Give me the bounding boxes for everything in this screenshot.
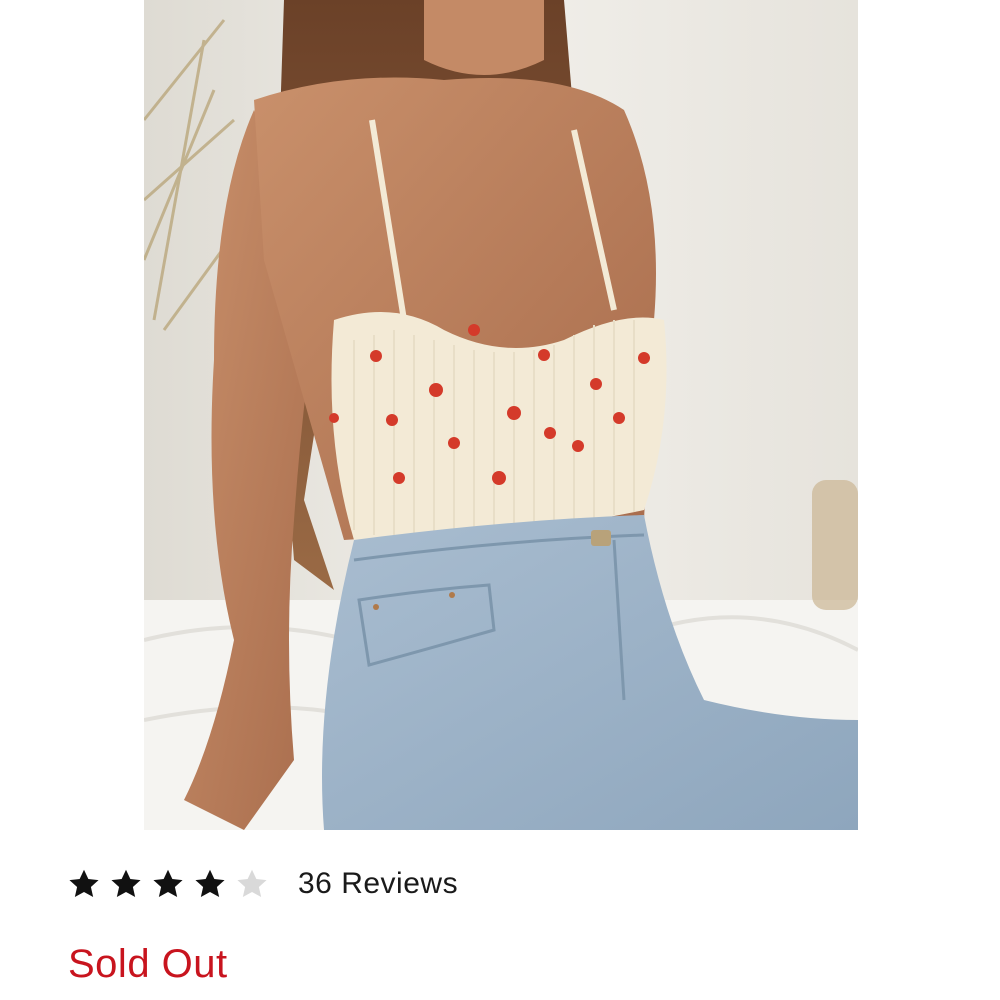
star-rating[interactable] bbox=[66, 866, 270, 902]
stock-status: Sold Out bbox=[68, 942, 228, 986]
product-photo bbox=[144, 0, 858, 830]
star-empty-icon bbox=[234, 866, 270, 902]
product-image[interactable] bbox=[144, 0, 858, 830]
star-filled-icon bbox=[66, 866, 102, 902]
reviews-link[interactable]: 36 Reviews bbox=[298, 867, 458, 901]
star-filled-icon bbox=[192, 866, 228, 902]
product-page: 36 Reviews Sold Out bbox=[0, 0, 1000, 1000]
rating-row: 36 Reviews bbox=[66, 862, 458, 906]
star-filled-icon bbox=[108, 866, 144, 902]
star-filled-icon bbox=[150, 866, 186, 902]
